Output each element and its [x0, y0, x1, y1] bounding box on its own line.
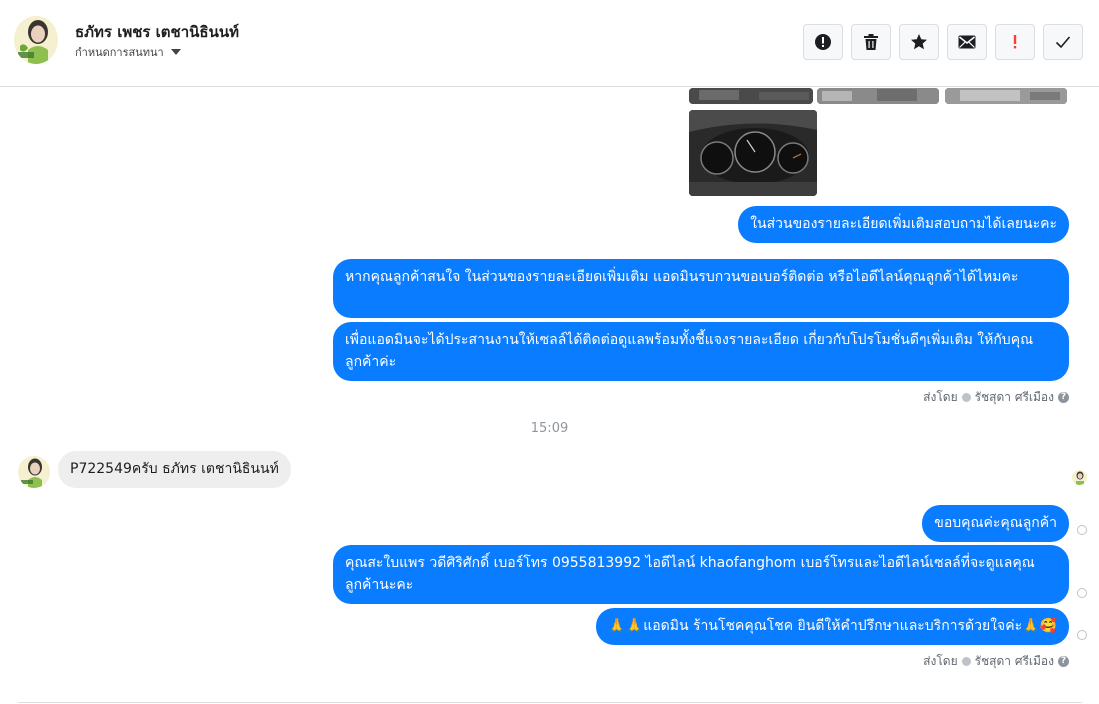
composer-divider — [18, 702, 1082, 703]
sent-by-info: ส่งโดย รัชสุดา ศรีเมือง ? — [923, 652, 1069, 671]
check-icon — [1055, 36, 1071, 49]
sender-name[interactable]: รัชสุดา ศรีเมือง — [975, 652, 1054, 671]
envelope-icon — [958, 35, 976, 49]
sent-by-info: ส่งโดย รัชสุดา ศรีเมือง ? — [923, 388, 1069, 407]
contact-name[interactable]: ธภัทร เพชร เตชานิธินนท์ — [75, 20, 239, 44]
verified-icon — [961, 657, 971, 666]
trash-icon — [864, 34, 878, 50]
help-icon[interactable]: ? — [1058, 392, 1069, 403]
star-button[interactable] — [899, 24, 939, 60]
assign-label: กำหนดการสนทนา — [75, 46, 164, 59]
outgoing-message: ขอบคุณค่ะคุณลูกค้า — [922, 505, 1069, 542]
outgoing-message: 🙏🙏แอดมิน ร้านโชคคุณโชค ยินดีให้คำปรึกษาแ… — [596, 608, 1069, 645]
delivered-status-icon — [1077, 630, 1087, 640]
attachment-image[interactable] — [689, 110, 817, 196]
report-button[interactable] — [803, 24, 843, 60]
outgoing-message: หากคุณลูกค้าสนใจ ในส่วนของรายละเอียดเพิ่… — [333, 259, 1069, 318]
exclamation-icon — [1013, 35, 1017, 49]
outgoing-message: คุณสะใบแพร วดีศิริศักดิ์ เบอร์โทร 095581… — [333, 545, 1069, 604]
sender-avatar[interactable] — [18, 456, 50, 488]
assign-conversation-dropdown[interactable]: กำหนดการสนทนา — [75, 43, 181, 61]
attachment-image[interactable] — [817, 88, 939, 104]
caret-down-icon — [170, 49, 181, 55]
attachment-image[interactable] — [689, 88, 813, 104]
sender-name[interactable]: รัชสุดา ศรีเมือง — [975, 388, 1054, 407]
verified-icon — [961, 393, 971, 402]
mark-unread-button[interactable] — [947, 24, 987, 60]
seen-indicator-avatar — [1072, 470, 1087, 485]
outgoing-message: ในส่วนของรายละเอียดเพิ่มเติมสอบถามได้เลย… — [738, 206, 1069, 243]
delete-button[interactable] — [851, 24, 891, 60]
delivered-status-icon — [1077, 588, 1087, 598]
outgoing-message: เพื่อแอดมินจะได้ประสานงานให้เซลล์ได้ติดต… — [333, 322, 1069, 381]
sent-by-label: ส่งโดย — [923, 654, 958, 668]
contact-avatar[interactable] — [14, 16, 58, 64]
incoming-message: P722549ครับ ธภัทร เตชานิธินนท์ — [58, 451, 291, 488]
help-icon[interactable]: ? — [1058, 656, 1069, 667]
conversation-header: ธภัทร เพชร เตชานิธินนท์ กำหนดการสนทนา — [0, 0, 1099, 87]
message-timestamp: 15:09 — [530, 421, 569, 436]
attachment-image[interactable] — [945, 88, 1067, 104]
delivered-status-icon — [1077, 525, 1087, 535]
done-button[interactable] — [1043, 24, 1083, 60]
spam-button[interactable] — [995, 24, 1035, 60]
star-icon — [911, 34, 927, 50]
alert-circle-icon — [815, 34, 831, 50]
sent-by-label: ส่งโดย — [923, 390, 958, 404]
